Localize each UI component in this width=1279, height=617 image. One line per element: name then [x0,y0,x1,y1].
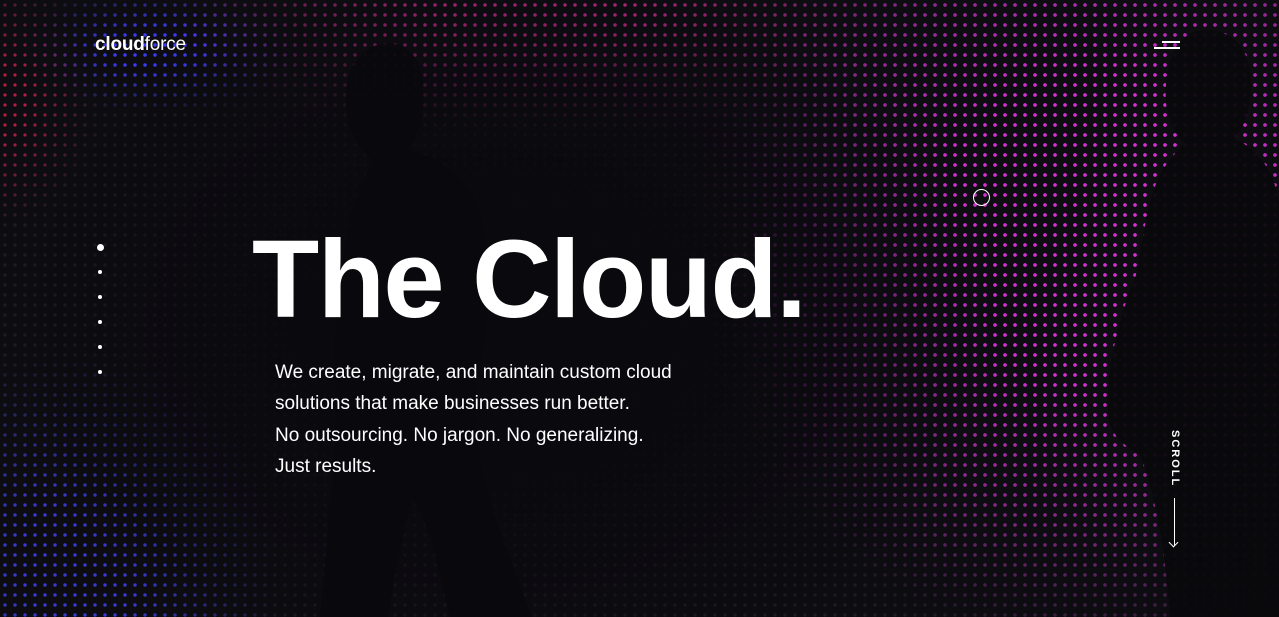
menu-line-top [1162,41,1180,43]
arrow-down-head [1168,537,1179,548]
pager-dot-6[interactable] [98,370,102,374]
hamburger-menu-icon[interactable] [1152,38,1182,54]
tagline-line: solutions that make businesses run bette… [275,393,630,415]
pager-dot-4[interactable] [98,320,102,324]
section-pager [96,244,106,395]
pager-dot-3[interactable] [98,295,102,299]
tagline-line: Just results. [275,455,377,477]
cursor-ring-icon [973,189,990,206]
menu-line-bottom [1154,47,1180,49]
pager-dot-1[interactable] [96,244,104,251]
tagline-line: We create, migrate, and maintain custom … [275,362,672,383]
scroll-label: SCROLL [1169,430,1181,488]
logo-text-light: force [144,34,186,55]
hero-tagline: We create, migrate, and maintain custom … [275,357,735,482]
hero-headline: The Cloud. [252,218,807,341]
scroll-indicator[interactable]: SCROLL [1160,428,1190,552]
brand-logo[interactable]: cloudforce [95,34,186,56]
hero-section: cloudforce The Cloud. We create, migrate… [0,0,1279,617]
logo-text-bold: cloud [95,34,145,55]
pager-dot-5[interactable] [98,345,102,349]
pager-dot-2[interactable] [98,270,102,274]
tagline-line: No outsourcing. No jargon. No generalizi… [275,424,644,446]
